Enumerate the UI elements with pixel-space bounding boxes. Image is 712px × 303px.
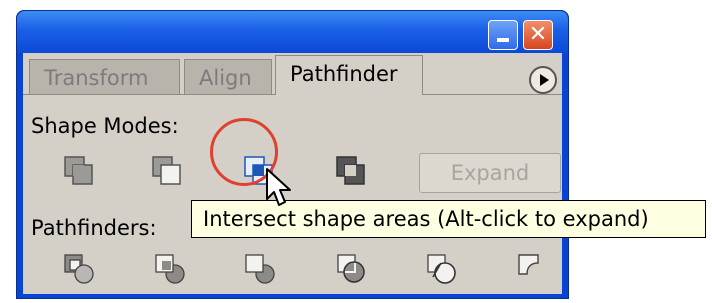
title-bar[interactable]: ✕ — [17, 11, 568, 53]
crop-button[interactable] — [335, 252, 369, 286]
minimize-button[interactable] — [488, 20, 518, 50]
outline-icon — [427, 254, 456, 284]
pathfinder-panel-window: ✕ Transform Align Pathfinder Shape Modes… — [16, 10, 569, 299]
minus-back-button[interactable] — [516, 252, 550, 286]
mouse-cursor-icon — [266, 168, 291, 206]
expand-button[interactable]: Expand — [419, 153, 561, 193]
subtract-from-shape-area-icon — [152, 156, 181, 185]
panel-menu-button[interactable] — [529, 66, 557, 94]
tab-align[interactable]: Align — [184, 59, 272, 95]
merge-icon — [245, 254, 275, 284]
tab-bar: Transform Align Pathfinder — [23, 53, 562, 95]
merge-button[interactable] — [243, 252, 277, 286]
panel-menu-arrow-icon — [540, 74, 549, 86]
add-to-shape-area-icon — [64, 156, 93, 185]
divide-button[interactable] — [62, 252, 96, 286]
minimize-icon — [497, 38, 509, 42]
tab-transform[interactable]: Transform — [29, 59, 180, 95]
add-to-shape-area-button[interactable] — [62, 154, 96, 188]
outline-button[interactable] — [425, 252, 459, 286]
close-button[interactable]: ✕ — [523, 20, 553, 50]
trim-icon — [155, 254, 185, 284]
minus-back-icon — [518, 254, 539, 275]
trim-button[interactable] — [153, 252, 187, 286]
crop-icon — [337, 254, 365, 283]
pathfinders-label: Pathfinders: — [31, 216, 157, 240]
close-icon: ✕ — [528, 22, 548, 47]
exclude-overlapping-icon — [336, 156, 365, 185]
divide-icon — [64, 254, 94, 284]
subtract-from-shape-area-button[interactable] — [150, 154, 184, 188]
exclude-overlapping-shape-areas-button[interactable] — [334, 154, 368, 188]
shape-modes-label: Shape Modes: — [31, 114, 179, 138]
tab-pathfinder[interactable]: Pathfinder — [275, 55, 423, 95]
